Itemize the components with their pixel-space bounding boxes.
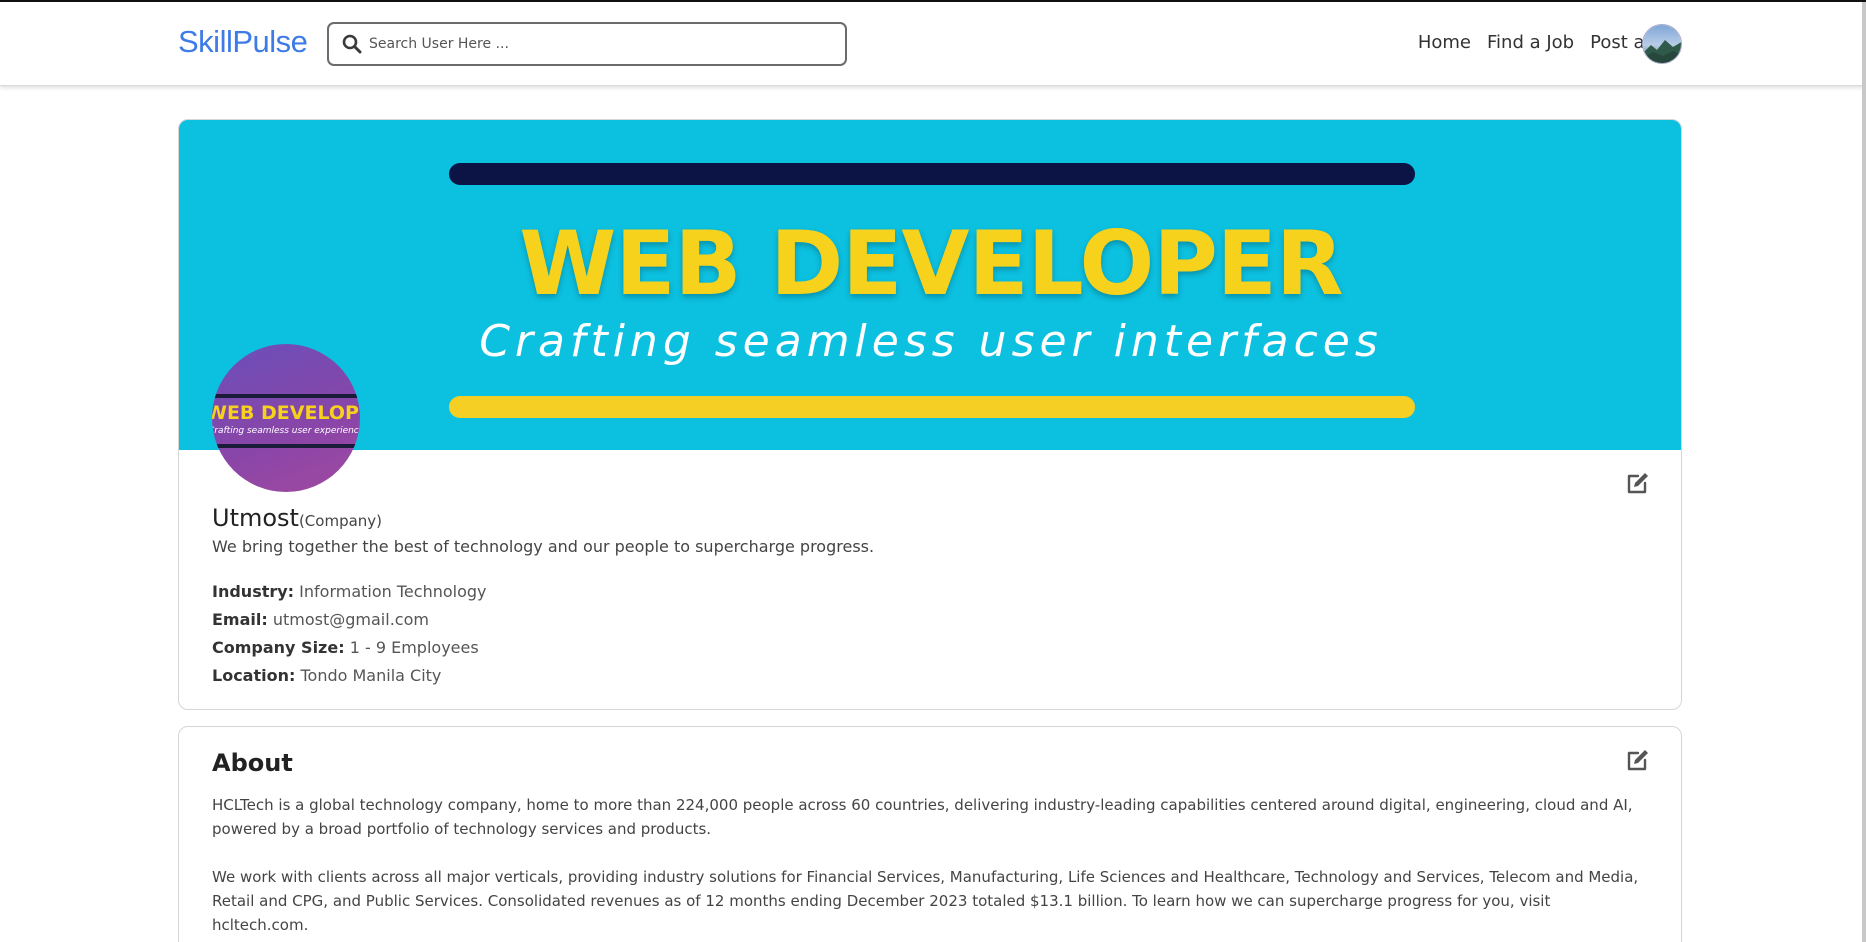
search-bar[interactable] [327, 22, 847, 66]
nav-links: Home Find a Job Post a Job [1418, 32, 1678, 53]
detail-value: 1 - 9 Employees [349, 638, 479, 657]
banner-headline: WEB DEVELOPER [519, 212, 1343, 315]
detail-label: Company Size: [212, 638, 345, 657]
detail-value: Information Technology [299, 582, 487, 601]
cover-banner: WEB DEVELOPER Crafting seamless user int… [179, 120, 1681, 450]
about-paragraph: We work with clients across all major ve… [212, 868, 1639, 934]
logo-stripe [212, 444, 360, 448]
about-body: HCLTech is a global technology company, … [212, 793, 1642, 942]
company-name-text: Utmost [212, 504, 299, 532]
about-title: About [212, 749, 293, 777]
detail-email: Email: utmost@gmail.com [212, 606, 487, 634]
avatar-image [1643, 25, 1681, 63]
nav-find-job-link[interactable]: Find a Job [1487, 32, 1574, 53]
about-card: About HCLTech is a global technology com… [178, 726, 1682, 942]
company-description: We bring together the best of technology… [212, 537, 875, 556]
user-avatar[interactable] [1642, 24, 1682, 64]
navbar: SkillPulse Home Find a Job Post a Job [0, 2, 1866, 86]
banner-tagline: Crafting seamless user interfaces [479, 316, 1383, 367]
brand-logo[interactable]: SkillPulse [178, 24, 308, 60]
detail-label: Email: [212, 610, 268, 629]
company-name: Utmost(Company) [212, 504, 382, 532]
company-details: Industry: Information Technology Email: … [212, 578, 487, 690]
nav-home-link[interactable]: Home [1418, 32, 1471, 53]
company-logo: WEB DEVELOPER Crafting seamless user exp… [212, 344, 360, 492]
detail-location: Location: Tondo Manila City [212, 662, 487, 690]
detail-company-size: Company Size: 1 - 9 Employees [212, 634, 487, 662]
edit-icon[interactable] [1625, 747, 1651, 773]
search-input[interactable] [369, 28, 829, 60]
page-scrollbar[interactable] [1862, 2, 1866, 942]
logo-title: WEB DEVELOPER [212, 402, 360, 424]
profile-card: WEB DEVELOPER Crafting seamless user int… [178, 119, 1682, 710]
search-icon [342, 34, 362, 54]
detail-label: Industry: [212, 582, 295, 601]
detail-industry: Industry: Information Technology [212, 578, 487, 606]
edit-icon[interactable] [1625, 470, 1651, 496]
logo-subtitle: Crafting seamless user experience [212, 426, 360, 436]
logo-stripe [212, 394, 360, 398]
detail-value: utmost@gmail.com [272, 610, 429, 629]
banner-bar-top [449, 163, 1415, 185]
company-type: (Company) [298, 512, 383, 530]
banner-bar-bottom [449, 396, 1415, 418]
detail-value: Tondo Manila City [300, 666, 442, 685]
detail-label: Location: [212, 666, 296, 685]
about-paragraph: HCLTech is a global technology company, … [212, 796, 1633, 838]
